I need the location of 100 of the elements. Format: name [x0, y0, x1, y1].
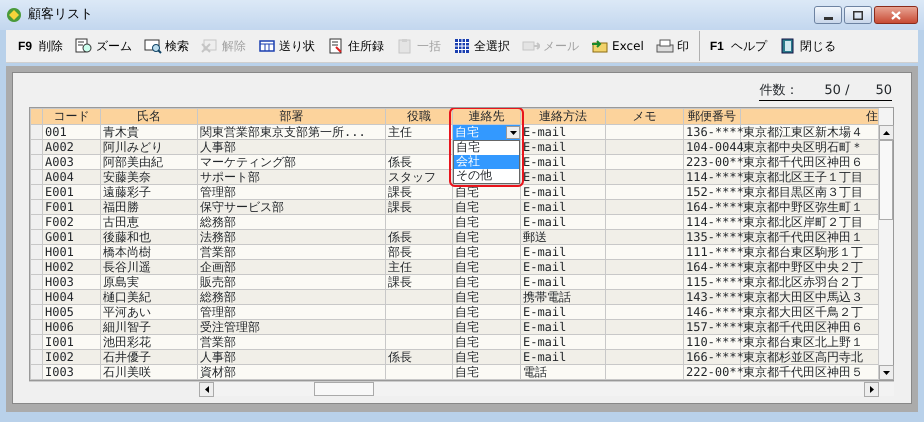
row-marker [30, 320, 42, 334]
table-cell: I002 [42, 350, 100, 364]
close-button[interactable] [874, 6, 918, 24]
zoom-icon [75, 38, 94, 54]
window-icon [258, 38, 276, 54]
close-icon [891, 10, 901, 20]
column-header: 役職 [386, 108, 452, 124]
table-cell: 157-**** [684, 320, 740, 334]
table-cell: I003 [42, 364, 100, 380]
row-marker [30, 230, 42, 244]
toolbar-button[interactable]: 検索 [138, 33, 196, 59]
table-cell: E-mail [520, 200, 606, 214]
column-header: コード [42, 108, 100, 124]
toolbar-button[interactable]: ズーム [69, 33, 138, 59]
row-marker [30, 304, 42, 320]
folder-arrow-icon [591, 38, 610, 54]
row-marker [30, 154, 42, 170]
table-cell: I001 [42, 334, 100, 350]
up-arrow-icon [883, 130, 890, 134]
column-header: 氏名 [100, 108, 198, 124]
table-cell: 164-**** [684, 260, 740, 274]
table-cell: E-mail [520, 154, 606, 170]
table-cell: 110-**** [684, 334, 740, 350]
table-cell: H004 [42, 290, 100, 304]
scroll-thumb[interactable] [314, 382, 374, 396]
row-marker [30, 140, 42, 154]
table-cell: E-mail [520, 170, 606, 184]
minimize-icon [824, 17, 832, 20]
table-cell: 総務部 [198, 214, 386, 230]
toolbar-button[interactable]: Excel [585, 33, 650, 59]
table-cell: 橋本尚樹 [100, 244, 198, 260]
table-cell: 青木貴 [100, 124, 198, 140]
scroll-thumb[interactable] [879, 140, 893, 220]
toolbar-button[interactable]: 印 [650, 33, 695, 59]
table-cell: 114-**** [684, 214, 740, 230]
column-header: メモ [606, 108, 684, 124]
table-cell: 遠藤彩子 [100, 184, 198, 200]
table-cell: E-mail [520, 350, 606, 364]
table-cell: 営業部 [198, 244, 386, 260]
printer-icon [656, 38, 674, 54]
scroll-right-button[interactable] [864, 382, 879, 397]
minimize-button[interactable] [814, 6, 842, 24]
table-cell: 阿部美由紀 [100, 154, 198, 170]
table-cell: サポート部 [198, 170, 386, 184]
dropdown-option[interactable]: その他 [454, 169, 519, 183]
toolbar-button[interactable]: F1 ヘルプ [704, 33, 773, 59]
table-cell: 樋口美紀 [100, 290, 198, 304]
table-cell: 池田彩花 [100, 334, 198, 350]
table-cell: 長谷川遥 [100, 260, 198, 274]
dropdown-button[interactable] [506, 126, 520, 139]
count-shown: 50 / [824, 82, 850, 100]
count-label: 件数： [759, 82, 798, 100]
table-cell: 114-**** [684, 170, 740, 184]
scroll-down-button[interactable] [879, 365, 894, 380]
maximize-button[interactable] [844, 6, 872, 24]
column-header: 部署 [198, 108, 386, 124]
toolbar-button[interactable]: F9 削除 [12, 33, 70, 59]
table-cell: E-mail [520, 334, 606, 350]
table-cell: 営業部 [198, 334, 386, 350]
table-cell: A003 [42, 154, 100, 170]
scroll-up-button[interactable] [879, 125, 894, 140]
window-title: 顧客リスト [28, 6, 93, 24]
table-cell: 自宅 [452, 334, 520, 350]
table-cell: H002 [42, 260, 100, 274]
table-cell: 福田勝 [100, 200, 198, 214]
row-marker [30, 244, 42, 260]
scroll-left-button[interactable] [199, 382, 214, 397]
toolbar-button[interactable]: 住所録 [321, 33, 390, 59]
column-header: 郵便番号 [684, 108, 740, 124]
table-cell: 平河あい [100, 304, 198, 320]
table-cell: 164-**** [684, 200, 740, 214]
table-cell: 人事部 [198, 350, 386, 364]
table-cell: 電話 [520, 364, 606, 380]
table-cell: 後藤和也 [100, 230, 198, 244]
table-cell: H005 [42, 304, 100, 320]
row-marker [30, 214, 42, 230]
table-cell: 自宅 [452, 304, 520, 320]
down-arrow-icon [883, 370, 890, 374]
toolbar-button[interactable]: 全選択 [447, 33, 516, 59]
row-marker [30, 290, 42, 304]
row-marker [30, 334, 42, 350]
table-cell: E-mail [520, 244, 606, 260]
table-cell: 課長 [386, 274, 452, 290]
toolbar-button[interactable]: 送り状 [252, 33, 322, 59]
table-cell: 自宅 [452, 200, 520, 214]
table-cell: 自宅 [452, 274, 520, 290]
row-marker [30, 200, 42, 214]
table-cell: 自宅 [452, 350, 520, 364]
table-cell: 115-**** [684, 274, 740, 290]
vertical-scrollbar[interactable] [878, 108, 893, 380]
table-cell: 223-00** [684, 154, 740, 170]
grid-icon [453, 38, 472, 54]
row-marker [30, 260, 42, 274]
toolbar-button[interactable]: 閉じる [772, 33, 842, 59]
table-cell: E-mail [520, 214, 606, 230]
table-cell: 古田恵 [100, 214, 198, 230]
count-total: 50 [875, 82, 892, 100]
dropdown-option[interactable]: 自宅 [454, 141, 519, 155]
table-cell: 関東営業部東京支部第一所... [198, 124, 386, 140]
row-marker [30, 184, 42, 200]
